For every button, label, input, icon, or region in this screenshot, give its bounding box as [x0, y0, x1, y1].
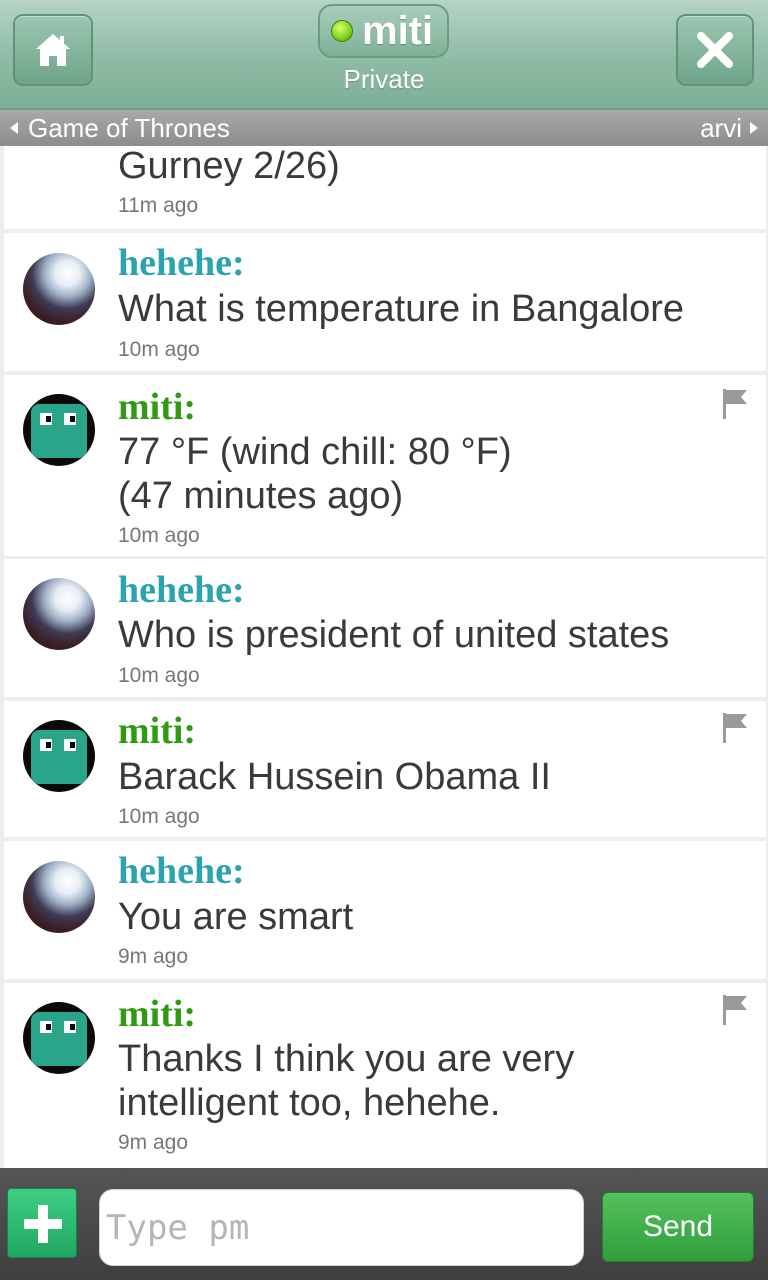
add-attachment-button[interactable]: [7, 1188, 77, 1258]
message-item: miti: Thanks I think you are very intell…: [4, 983, 766, 1168]
next-room-label: arvi: [700, 112, 742, 143]
flag-icon[interactable]: [720, 711, 750, 745]
previous-room-link[interactable]: Game of Thrones: [10, 112, 230, 144]
message-text-line: (47 minutes ago): [118, 475, 404, 517]
message-list[interactable]: Gurney 2/26) 11m ago hehehe: What is tem…: [0, 146, 768, 1168]
chat-title: miti: [362, 8, 434, 53]
user-avatar[interactable]: [23, 861, 95, 933]
message-timestamp: 10m ago: [118, 664, 200, 687]
chat-subtitle: Private: [343, 64, 425, 94]
message-timestamp: 11m ago: [118, 194, 199, 217]
message-author[interactable]: miti:: [118, 385, 196, 429]
message-timestamp: 9m ago: [118, 945, 189, 968]
user-avatar[interactable]: [23, 253, 95, 325]
arrow-right-icon: [750, 122, 758, 134]
message-composer: Send: [0, 1168, 768, 1280]
message-timestamp: 9m ago: [118, 1131, 189, 1154]
bot-avatar[interactable]: [23, 720, 95, 792]
bot-avatar[interactable]: [23, 1002, 95, 1074]
user-avatar[interactable]: [23, 578, 95, 650]
online-status-dot: [331, 20, 353, 42]
message-item: Gurney 2/26) 11m ago: [4, 146, 766, 229]
message-item: hehehe: You are smart 9m ago: [4, 841, 766, 979]
message-text-line: Thanks I think you are very: [118, 1038, 575, 1080]
chat-status-pill[interactable]: miti: [318, 4, 449, 58]
flag-icon[interactable]: [720, 387, 750, 421]
room-navigation-bar: Game of Thrones arvi: [0, 110, 768, 146]
message-author[interactable]: hehehe:: [118, 241, 245, 285]
flag-icon[interactable]: [720, 993, 750, 1027]
next-room-link[interactable]: arvi: [700, 112, 758, 144]
arrow-left-icon: [10, 122, 18, 134]
message-text: 77 °F (wind chill: 80 °F) (47 minutes ag…: [118, 430, 748, 518]
close-button[interactable]: [676, 14, 754, 86]
bot-avatar[interactable]: [23, 394, 95, 466]
message-item: hehehe: Who is president of united state…: [4, 559, 766, 697]
message-text: Barack Hussein Obama II: [118, 756, 551, 798]
message-text-line: intelligent too, hehehe.: [118, 1082, 501, 1124]
message-author[interactable]: hehehe:: [118, 568, 245, 612]
message-author[interactable]: miti:: [118, 709, 196, 753]
close-x-icon: [697, 32, 733, 68]
message-text-line: 77 °F (wind chill: 80 °F): [118, 431, 512, 473]
chat-header: miti Private: [0, 0, 768, 110]
message-text: Thanks I think you are very intelligent …: [118, 1037, 748, 1125]
message-item: miti: 77 °F (wind chill: 80 °F) (47 minu…: [4, 375, 766, 556]
message-text: What is temperature in Bangalore: [118, 288, 685, 330]
message-author[interactable]: hehehe:: [118, 849, 245, 893]
message-timestamp: 10m ago: [118, 805, 200, 828]
message-item: hehehe: What is temperature in Bangalore…: [4, 233, 766, 371]
message-author[interactable]: miti:: [118, 992, 196, 1036]
plus-icon: [24, 1205, 62, 1243]
message-text: Gurney 2/26): [118, 146, 340, 187]
message-input[interactable]: [99, 1189, 584, 1266]
message-item: miti: Barack Hussein Obama II 10m ago: [4, 701, 766, 837]
message-timestamp: 10m ago: [118, 524, 200, 547]
previous-room-label: Game of Thrones: [28, 112, 230, 143]
message-text: You are smart: [118, 896, 354, 938]
send-button[interactable]: Send: [602, 1192, 754, 1262]
message-text: Who is president of united states: [118, 614, 670, 656]
message-timestamp: 10m ago: [118, 338, 200, 361]
